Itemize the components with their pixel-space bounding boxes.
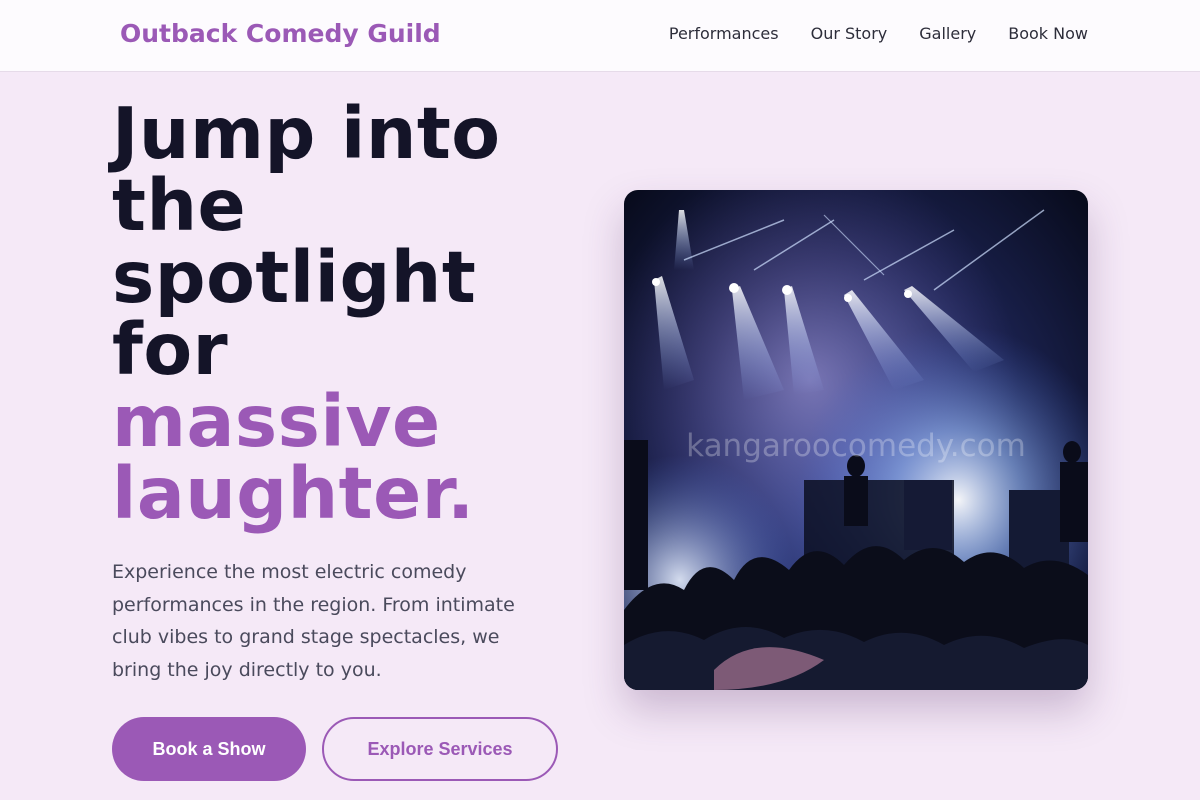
headline-line-3: spotlight: [112, 236, 477, 319]
explore-services-button[interactable]: Explore Services: [322, 717, 558, 781]
headline-line-6: laughter.: [112, 452, 475, 535]
headline-line-2: the: [112, 164, 247, 247]
nav-link-our-story[interactable]: Our Story: [811, 24, 888, 43]
nav-link-gallery[interactable]: Gallery: [919, 24, 976, 43]
nav-links: Performances Our Story Gallery Book Now: [669, 24, 1088, 43]
hero-description: Experience the most electric comedy perf…: [112, 561, 515, 681]
hero-image: kangaroocomedy.com: [624, 190, 1088, 690]
headline-line-5: massive: [112, 380, 441, 463]
nav-link-performances[interactable]: Performances: [669, 24, 779, 43]
nav-link-book-now[interactable]: Book Now: [1008, 24, 1088, 43]
headline-line-4: for: [112, 308, 229, 391]
hero-headline: Jump into the spotlight for massive laug…: [112, 98, 592, 530]
navbar: Outback Comedy Guild Performances Our St…: [0, 0, 1200, 72]
headline-line-1: Jump into: [112, 92, 501, 175]
headline-accent: massive laughter.: [112, 386, 592, 530]
image-watermark: kangaroocomedy.com: [686, 428, 1026, 464]
book-show-button[interactable]: Book a Show: [112, 717, 306, 781]
brand-logo[interactable]: Outback Comedy Guild: [120, 19, 441, 48]
headline-dark: Jump into the spotlight for: [112, 98, 592, 386]
